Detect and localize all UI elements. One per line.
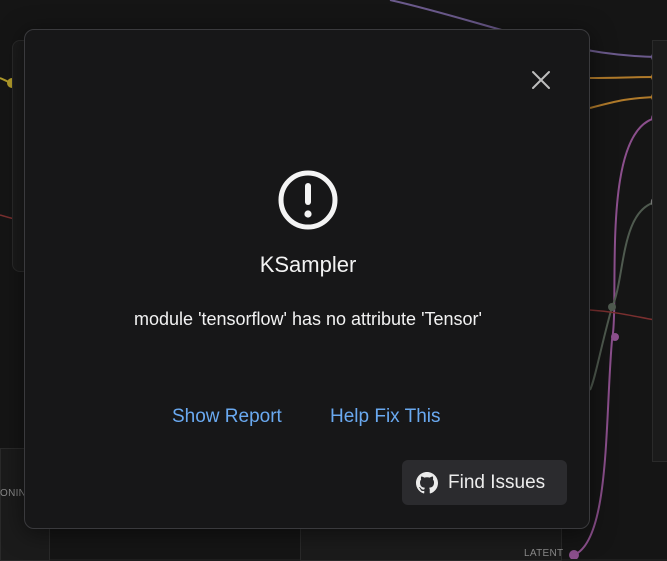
find-issues-button[interactable]: Find Issues (402, 460, 567, 505)
close-icon (532, 71, 550, 89)
exclamation-circle-icon (277, 169, 339, 231)
wire-orange-2 (589, 96, 657, 109)
wire-gray (589, 201, 657, 391)
error-title: KSampler (259, 252, 357, 277)
error-dialog: KSampler module 'tensorflow' has no attr… (24, 29, 590, 529)
background-node-bottom (300, 528, 562, 561)
wire-orange-1 (589, 76, 657, 79)
close-button[interactable] (529, 68, 553, 92)
github-icon (416, 471, 438, 493)
background-node-right (652, 40, 667, 462)
bg-node-label-left: ONIN (0, 488, 27, 499)
bg-latent-label: LATENT (524, 548, 564, 559)
show-report-link[interactable]: Show Report (172, 406, 282, 428)
help-fix-link[interactable]: Help Fix This (330, 406, 441, 428)
socket-latent (569, 550, 579, 559)
reroute-gray (608, 303, 616, 311)
error-message: module 'tensorflow' has no attribute 'Te… (134, 309, 482, 329)
reroute-pink (611, 333, 619, 341)
find-issues-label: Find Issues (448, 471, 546, 493)
